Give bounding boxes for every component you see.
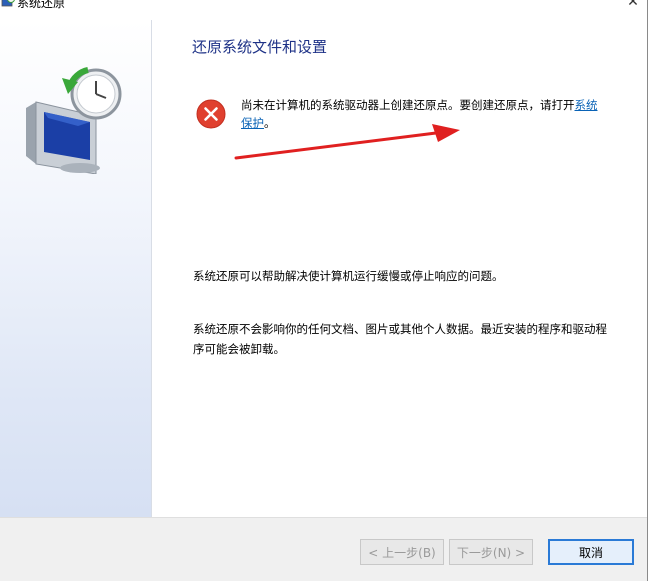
annotation-arrow-icon: [232, 118, 472, 168]
page-title: 还原系统文件和设置: [192, 38, 328, 56]
description-paragraph-1: 系统还原可以帮助解决使计算机运行缓慢或停止响应的问题。: [193, 269, 504, 283]
system-restore-window: 系统还原 ✕ 还原系统文件和设置 尚未在计算机的系统驱动器上创建还原点。要创建还…: [0, 0, 648, 581]
title-bar[interactable]: 系统还原 ✕: [0, 0, 647, 12]
sidebar-panel: [0, 20, 152, 517]
cancel-button[interactable]: 取消: [548, 539, 634, 565]
description-paragraph-2: 系统还原不会影响你的任何文档、图片或其他个人数据。最近安装的程序和驱动程序可能会…: [193, 322, 607, 356]
system-restore-icon: [1, 0, 15, 8]
close-button[interactable]: ✕: [619, 0, 647, 12]
error-icon: [196, 99, 226, 129]
main-content: 还原系统文件和设置 尚未在计算机的系统驱动器上创建还原点。要创建还原点，请打开系…: [152, 20, 647, 517]
back-button[interactable]: < 上一步(B): [360, 539, 444, 565]
button-bar: < 上一步(B) 下一步(N) > 取消: [0, 517, 647, 581]
system-restore-monitor-icon: [18, 56, 123, 175]
next-button[interactable]: 下一步(N) >: [449, 539, 533, 565]
window-title: 系统还原: [17, 0, 66, 10]
error-message-text: 尚未在计算机的系统驱动器上创建还原点。要创建还原点，请打开: [241, 98, 575, 112]
